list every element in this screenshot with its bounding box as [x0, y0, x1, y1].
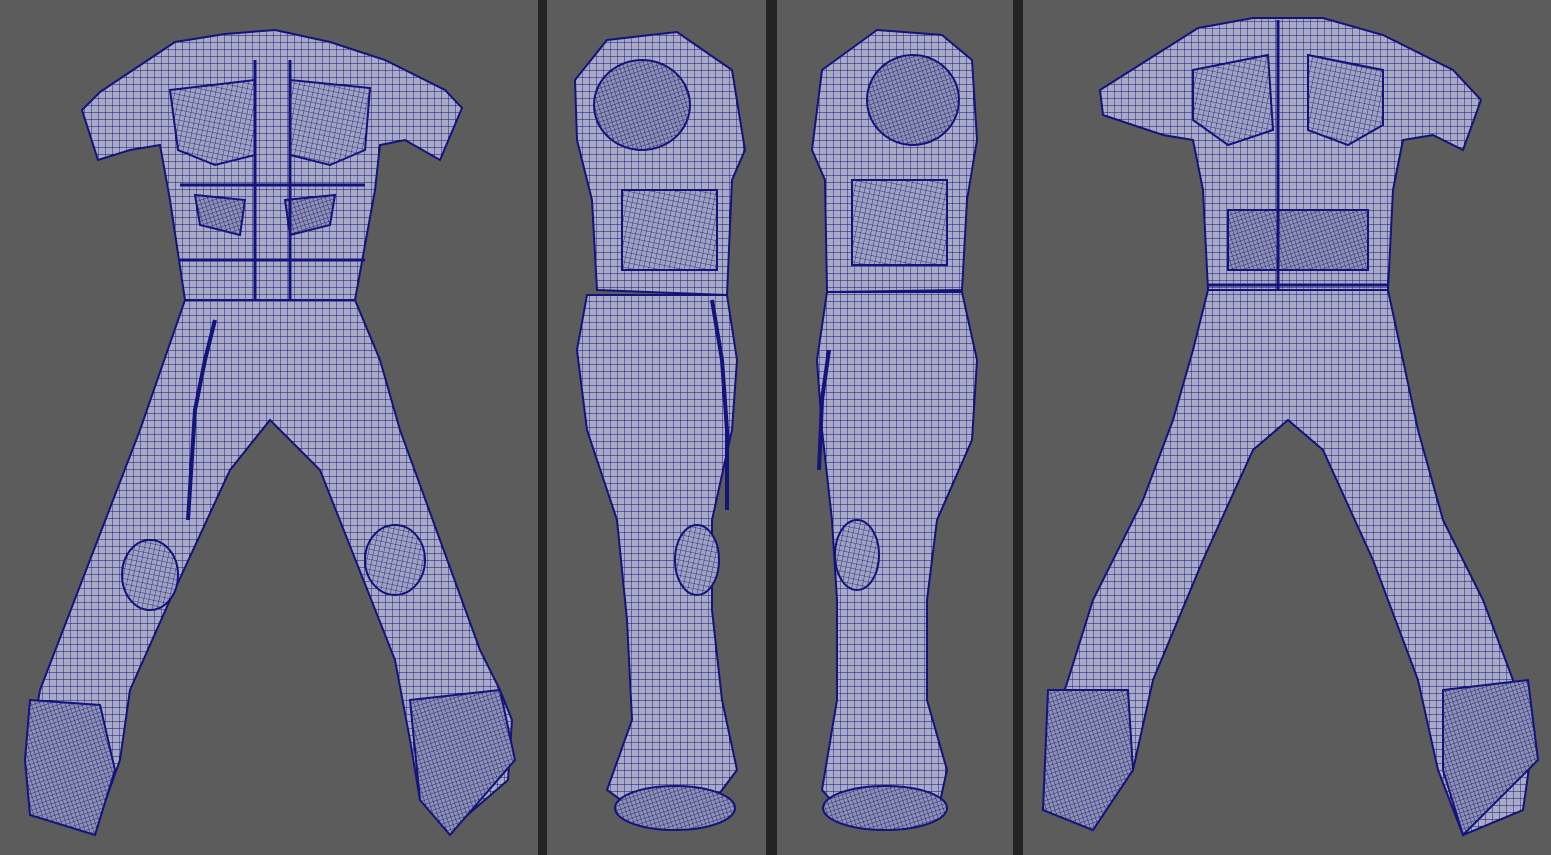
viewport-panel-side-left[interactable] [777, 0, 1013, 855]
sleeve-opening [593, 59, 691, 151]
chest-plate-right [289, 78, 372, 167]
cuff-right [408, 688, 517, 837]
molle-panel [621, 189, 718, 271]
knee-pad [674, 524, 720, 596]
belt-panel [1227, 209, 1369, 271]
chest-plate-left [168, 78, 256, 167]
knee-pad-right [364, 524, 426, 596]
knee-pad-left [121, 539, 179, 611]
sleeve-opening [866, 54, 960, 146]
cuff-left [23, 698, 117, 837]
wireframe-model-side-left [810, 28, 979, 831]
viewport-panel-front[interactable] [0, 0, 538, 855]
foot-opening [822, 785, 948, 831]
panel-divider[interactable] [1013, 0, 1023, 855]
panel-divider[interactable] [766, 0, 777, 855]
wireframe-model-back [1041, 17, 1540, 837]
viewport-panel-side-right[interactable] [547, 0, 766, 855]
molle-panel [851, 179, 948, 266]
cuff-left [1041, 689, 1135, 832]
wireframe-model-front [23, 28, 517, 837]
knee-pad [834, 519, 880, 591]
viewport-panel-back[interactable] [1023, 0, 1551, 855]
back-plate-right [1307, 53, 1384, 147]
viewport-strip [0, 0, 1551, 855]
panel-divider[interactable] [538, 0, 547, 855]
wireframe-model-side-right [573, 30, 747, 831]
foot-opening [614, 785, 736, 831]
